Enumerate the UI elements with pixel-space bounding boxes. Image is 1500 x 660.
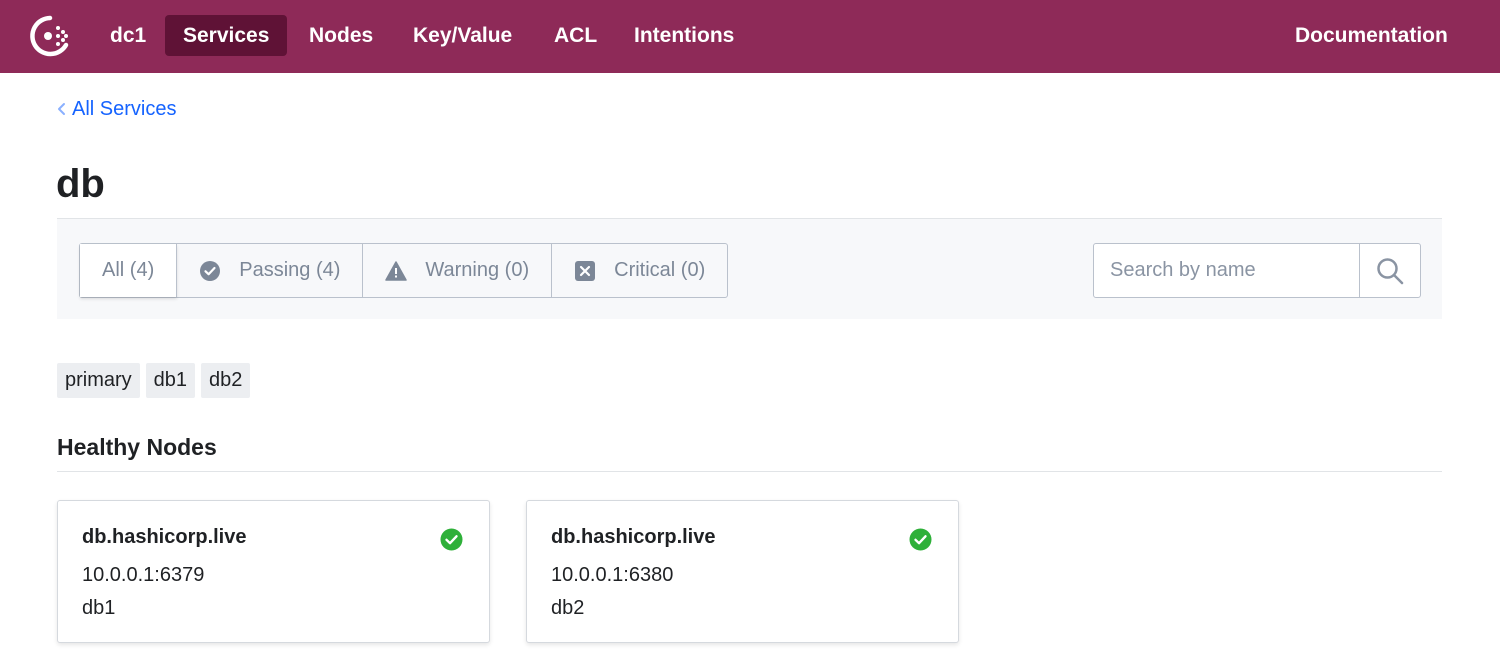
- nav-item-services[interactable]: Services: [165, 15, 288, 56]
- search-box: [1093, 243, 1421, 298]
- node-card-db2[interactable]: db.hashicorp.live 10.0.0.1:6380 db2: [526, 500, 959, 643]
- filter-tab-passing[interactable]: Passing (4): [177, 244, 364, 297]
- tag-primary: primary: [57, 363, 140, 398]
- nav-item-acl[interactable]: ACL: [536, 15, 615, 56]
- nav-item-documentation[interactable]: Documentation: [1277, 15, 1466, 56]
- passing-check-icon: [909, 528, 932, 551]
- datacenter-selector[interactable]: dc1: [92, 15, 164, 56]
- filter-tab-all[interactable]: All (4): [80, 244, 178, 297]
- node-card-address: 10.0.0.1:6379: [82, 564, 205, 586]
- search-input[interactable]: [1094, 244, 1359, 297]
- filter-tab-label: Critical (0): [614, 259, 706, 281]
- node-card-address: 10.0.0.1:6380: [551, 564, 674, 586]
- service-tags: primary db1 db2: [57, 363, 256, 398]
- filter-bar: All (4) Passing (4) Warning (0) Critical…: [57, 218, 1442, 319]
- node-card-name: db.hashicorp.live: [551, 526, 716, 548]
- nav-item-intentions[interactable]: Intentions: [616, 15, 752, 56]
- nav-item-nodes[interactable]: Nodes: [291, 15, 391, 56]
- consul-logo-icon[interactable]: [28, 14, 72, 58]
- filter-tab-critical[interactable]: Critical (0): [552, 244, 727, 297]
- node-card-node: db2: [551, 597, 585, 619]
- filter-tab-warning[interactable]: Warning (0): [363, 244, 553, 297]
- nav-item-key-value[interactable]: Key/Value: [395, 15, 530, 56]
- chevron-left-icon: [58, 103, 65, 115]
- health-filter-tabs: All (4) Passing (4) Warning (0) Critical…: [79, 243, 729, 298]
- node-card-name: db.hashicorp.live: [82, 526, 247, 548]
- tag-db2: db2: [201, 363, 251, 398]
- critical-x-icon: [575, 260, 596, 281]
- page-title: db: [56, 162, 105, 206]
- top-navigation-bar: dc1 Services Nodes Key/Value ACL Intenti…: [0, 0, 1500, 73]
- check-circle-icon: [200, 260, 221, 281]
- breadcrumb-all-services[interactable]: All Services: [57, 96, 176, 122]
- node-card-db1[interactable]: db.hashicorp.live 10.0.0.1:6379 db1: [57, 500, 490, 643]
- filter-tab-label: Passing (4): [239, 259, 341, 281]
- search-icon: [1377, 257, 1404, 284]
- passing-check-icon: [440, 528, 463, 551]
- node-card-node: db1: [82, 597, 116, 619]
- healthy-nodes-heading: Healthy Nodes: [57, 434, 217, 460]
- search-button[interactable]: [1359, 244, 1420, 297]
- filter-tab-label: All (4): [102, 259, 155, 281]
- breadcrumb-label: All Services: [72, 97, 177, 120]
- filter-tab-label: Warning (0): [425, 259, 530, 281]
- section-divider: [57, 471, 1442, 472]
- tag-db1: db1: [145, 363, 196, 398]
- warning-triangle-icon: [385, 260, 408, 281]
